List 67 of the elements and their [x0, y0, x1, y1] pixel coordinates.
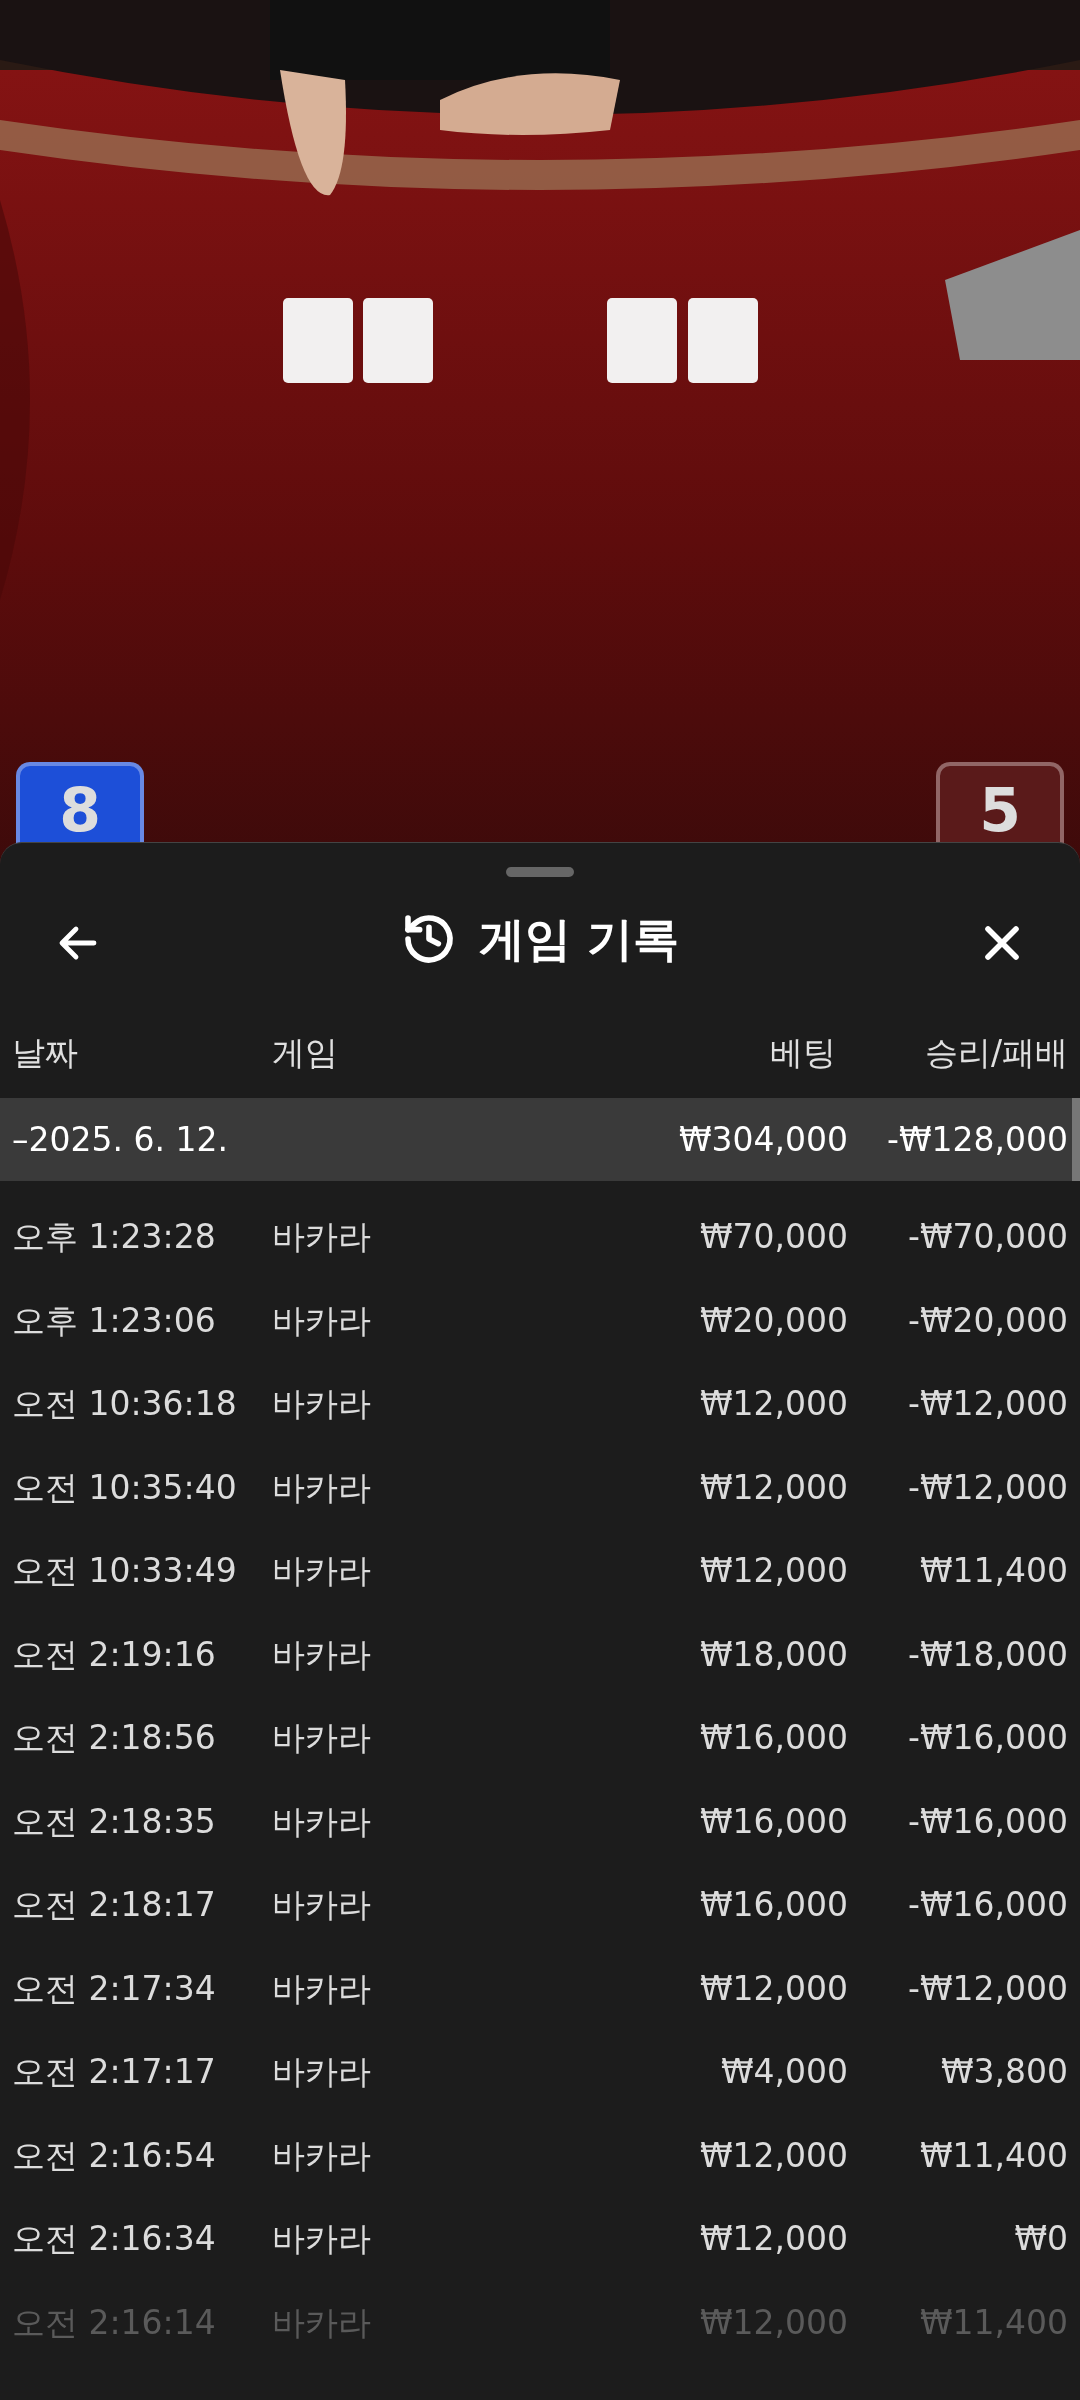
drag-handle[interactable] [506, 867, 574, 877]
time-cell-text: 오전 10:36:18 [12, 1383, 237, 1425]
group-bet-total: ₩304,000 [678, 1118, 848, 1161]
result-cell-text: -₩16,000 [908, 1717, 1068, 1759]
game-cell-text: 바카라 [272, 1466, 371, 1509]
time-cell-text: 오전 2:16:54 [12, 2134, 216, 2177]
game-cell-text: 바카라 [272, 1633, 371, 1676]
result-cell-text: ₩11,400 [919, 1550, 1068, 1592]
date-group-row[interactable]: –2025. 6. 12. ₩304,000 -₩128,000 [0, 1098, 1072, 1181]
result-cell-text: -₩20,000 [908, 1299, 1068, 1342]
game-cell-text: 바카라 [272, 1299, 371, 1342]
sheet-title: 게임 기록 [479, 910, 679, 968]
time-cell-text: 오전 2:18:56 [12, 1717, 216, 1759]
column-header: 베팅 [770, 1032, 836, 1075]
bet-cell-text: ₩12,000 [699, 2301, 848, 2344]
game-cell-text: 바카라 [272, 1216, 371, 1258]
game-cell-text: 바카라 [272, 1717, 371, 1759]
column-header: 승리/패배 [924, 1032, 1068, 1075]
game-cell-text: 바카라 [272, 2218, 371, 2260]
bet-cell-text: ₩12,000 [699, 1466, 848, 1509]
column-header: 게임 [272, 1032, 338, 1075]
result-cell-text: ₩11,400 [919, 2301, 1068, 2344]
bet-cell-text: ₩20,000 [699, 1299, 848, 1342]
bet-cell-text: ₩4,000 [720, 2051, 848, 2093]
result-cell-text: -₩12,000 [908, 1466, 1068, 1509]
group-date: –2025. 6. 12. [12, 1118, 228, 1161]
result-cell-text: ₩3,800 [940, 2051, 1068, 2093]
bet-cell-text: ₩12,000 [699, 1383, 848, 1425]
time-cell-text: 오전 2:18:35 [12, 1800, 216, 1843]
game-cell-text: 바카라 [272, 1800, 371, 1843]
result-cell-text: -₩70,000 [908, 1216, 1068, 1258]
bet-cell-text: ₩70,000 [699, 1216, 848, 1258]
game-cell-text: 바카라 [272, 2134, 371, 2177]
time-cell-text: 오전 10:33:49 [12, 1550, 237, 1592]
bet-cell-text: ₩12,000 [699, 2218, 848, 2260]
time-cell-text: 오전 2:17:17 [12, 2051, 216, 2093]
group-result-total: -₩128,000 [887, 1118, 1068, 1161]
result-cell-text: ₩11,400 [919, 2134, 1068, 2177]
time-cell-text: 오후 1:23:28 [12, 1216, 216, 1258]
result-cell-text: -₩18,000 [908, 1633, 1068, 1676]
bet-cell-text: ₩18,000 [699, 1633, 848, 1676]
time-cell-text: 오전 2:16:34 [12, 2218, 216, 2260]
time-cell-text: 오전 2:17:34 [12, 1967, 216, 2010]
game-cell-text: 바카라 [272, 1967, 371, 2010]
result-cell-text: -₩16,000 [908, 1884, 1068, 1926]
bet-cell-text: ₩12,000 [699, 2134, 848, 2177]
bet-cell-text: ₩12,000 [699, 1967, 848, 2010]
bet-cell-text: ₩16,000 [699, 1717, 848, 1759]
game-cell-text: 바카라 [272, 1884, 371, 1926]
bet-cell-text: ₩16,000 [699, 1800, 848, 1843]
scrollbar[interactable] [1072, 1098, 1080, 1181]
game-cell-text: 바카라 [272, 1550, 371, 1592]
result-cell-text: ₩0 [1014, 2218, 1068, 2260]
time-cell-text: 오전 2:18:17 [12, 1884, 216, 1926]
result-cell-text: -₩12,000 [908, 1967, 1068, 2010]
game-cell-text: 바카라 [272, 2301, 371, 2344]
time-cell-text: 오전 2:16:14 [12, 2301, 216, 2344]
game-cell-text: 바카라 [272, 2051, 371, 2093]
time-cell-text: 오전 10:35:40 [12, 1466, 237, 1509]
result-cell-text: -₩12,000 [908, 1383, 1068, 1425]
bet-cell-text: ₩12,000 [699, 1550, 848, 1592]
bet-cell-text: ₩16,000 [699, 1884, 848, 1926]
result-cell-text: -₩16,000 [908, 1800, 1068, 1843]
time-cell-text: 오전 2:19:16 [12, 1633, 216, 1676]
time-cell-text: 오후 1:23:06 [12, 1299, 216, 1342]
game-cell-text: 바카라 [272, 1383, 371, 1425]
column-header: 날짜 [12, 1032, 78, 1075]
